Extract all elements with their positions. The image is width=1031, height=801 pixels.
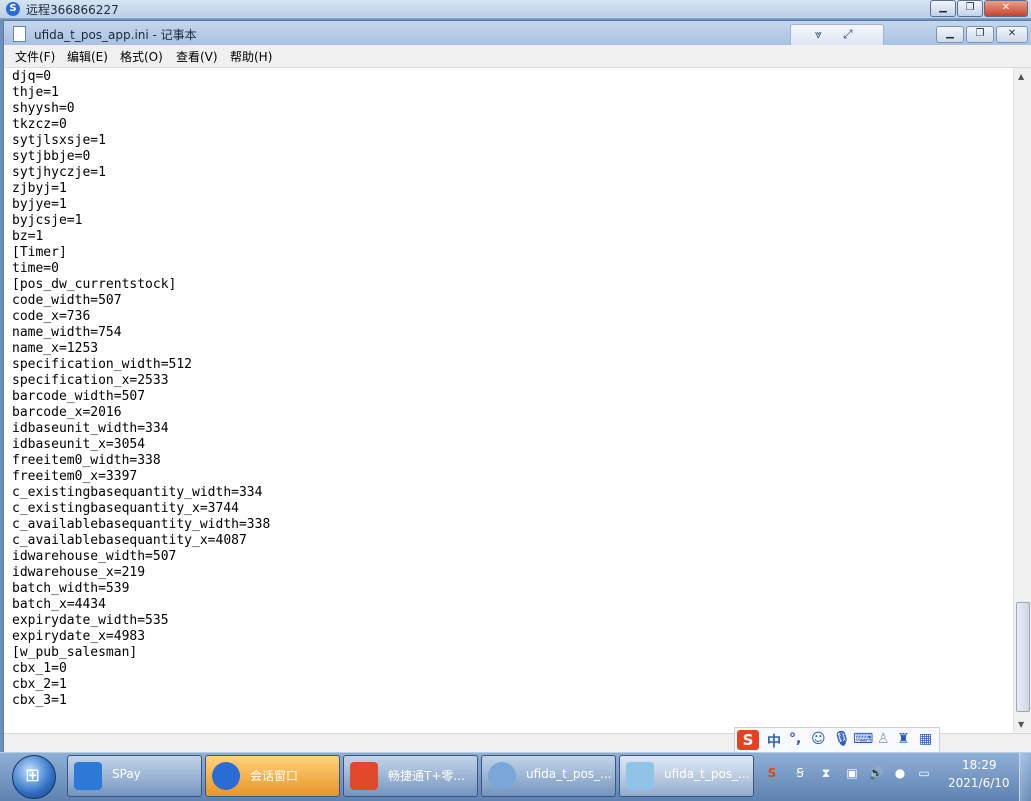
remote-toolbar-tab[interactable]: ⩔ ⤢ xyxy=(790,24,884,46)
volume-icon[interactable]: 🔊 xyxy=(868,765,884,781)
taskbar-item-label: 畅捷通T+零... xyxy=(388,769,465,783)
notepad-window-title: ufida_t_pos_app.ini - 记事本 xyxy=(34,28,197,42)
taskbar-item-search-window[interactable]: ufida_t_pos_... xyxy=(481,755,616,797)
vertical-scrollbar[interactable]: ▲ ▼ xyxy=(1013,68,1031,733)
system-tray: S Ꞩ ⧗ ▣ 🔊 ● ▭ xyxy=(758,757,938,797)
scrollbar-thumb[interactable] xyxy=(1016,602,1030,712)
menu-format[interactable]: 格式(O) xyxy=(120,48,163,65)
monitor-icon[interactable]: ▭ xyxy=(916,765,932,781)
notepad-title-bar[interactable]: ufida_t_pos_app.ini - 记事本 ⩔ ⤢ ▁ ❐ ✕ xyxy=(4,21,1031,46)
sogou-logo-icon[interactable]: S xyxy=(737,730,759,750)
taskbar-item-notepad[interactable]: ufida_t_pos_... xyxy=(619,755,754,797)
shirt-icon[interactable]: ♜ xyxy=(897,731,910,747)
taskbar-item-spay[interactable]: SPay xyxy=(67,755,202,797)
chat-bubble-icon[interactable]: ● xyxy=(892,765,908,781)
windows-logo-icon: ⊞ xyxy=(25,765,41,786)
notepad-window: ufida_t_pos_app.ini - 记事本 ⩔ ⤢ ▁ ❐ ✕ 文件(F… xyxy=(3,20,1031,756)
notepad-minimize-button[interactable]: ▁ xyxy=(936,26,964,43)
keyboard-icon[interactable]: ⌨ xyxy=(853,731,873,747)
app-grid-icon xyxy=(350,762,378,790)
remote-minimize-button[interactable]: ▁ xyxy=(930,0,956,17)
taskbar-item-label: 会话窗口 xyxy=(250,769,299,783)
ime-language-toggle[interactable]: 中 xyxy=(767,731,781,751)
remote-restore-button[interactable]: ❐ xyxy=(957,0,983,17)
ime-punctuation-toggle[interactable]: °, xyxy=(789,731,801,747)
menu-file[interactable]: 文件(F) xyxy=(15,48,55,65)
show-desktop-button[interactable] xyxy=(1019,753,1031,801)
taskbar-item-label: ufida_t_pos_... xyxy=(526,767,612,781)
fullscreen-arrows-icon[interactable]: ⤢ xyxy=(843,27,853,42)
taskbar-item-chanjet[interactable]: 畅捷通T+零... xyxy=(343,755,478,797)
scroll-down-arrow-icon[interactable]: ▼ xyxy=(1018,720,1024,729)
menu-help[interactable]: 帮助(H) xyxy=(230,48,272,65)
notepad-restore-button[interactable]: ❐ xyxy=(966,26,994,43)
start-button[interactable]: ⊞ xyxy=(12,755,56,799)
taskbar: ⊞ SPay 会话窗口 畅捷通T+零... ufida_t_pos_... uf… xyxy=(0,752,1031,801)
taskbar-item-label: SPay xyxy=(112,767,141,781)
chat-icon xyxy=(212,762,240,790)
remote-app-icon: S xyxy=(6,2,20,16)
magnifier-icon xyxy=(488,762,516,790)
notepad-icon xyxy=(626,762,654,790)
clock-time[interactable]: 18:29 xyxy=(962,758,997,772)
grid-icon[interactable]: ▦ xyxy=(919,731,932,747)
network-app-icon[interactable]: ▣ xyxy=(844,765,860,781)
remote-close-button[interactable]: ✕ xyxy=(984,0,1028,17)
phone-icon xyxy=(74,762,102,790)
menu-edit[interactable]: 编辑(E) xyxy=(67,48,108,65)
microphone-icon[interactable]: 🎙 xyxy=(833,731,851,747)
scroll-up-arrow-icon[interactable]: ▲ xyxy=(1018,72,1024,81)
ime-toolbar[interactable]: S 中 °, ☺ 🎙 ⌨ ♙ ♜ ▦ xyxy=(734,727,940,753)
remote-title-bar[interactable]: S 远程366866227 ▁ ❐ ✕ xyxy=(0,0,1031,19)
person-icon[interactable]: ♙ xyxy=(877,731,890,747)
notepad-close-button[interactable]: ✕ xyxy=(996,26,1028,43)
sogou-icon[interactable]: S xyxy=(764,765,780,781)
menu-bar: 文件(F) 编辑(E) 格式(O) 查看(V) 帮助(H) xyxy=(4,45,1031,68)
smile-icon[interactable]: ☺ xyxy=(811,731,826,747)
remote-icon[interactable]: Ꞩ xyxy=(792,765,808,781)
notepad-doc-icon xyxy=(13,26,26,42)
collapse-chevron-icon[interactable]: ⩔ xyxy=(815,27,822,42)
remote-window-title: 远程366866227 xyxy=(26,3,119,17)
taskbar-item-chat-window[interactable]: 会话窗口 xyxy=(205,755,340,797)
menu-view[interactable]: 查看(V) xyxy=(176,48,218,65)
clock-date[interactable]: 2021/6/10 xyxy=(948,776,1010,790)
hourglass-icon[interactable]: ⧗ xyxy=(818,765,834,781)
text-editor-area[interactable]: djq=0 thje=1 shyysh=0 tkzcz=0 sytjlsxsje… xyxy=(12,69,1012,733)
taskbar-item-label: ufida_t_pos_... xyxy=(664,767,750,781)
